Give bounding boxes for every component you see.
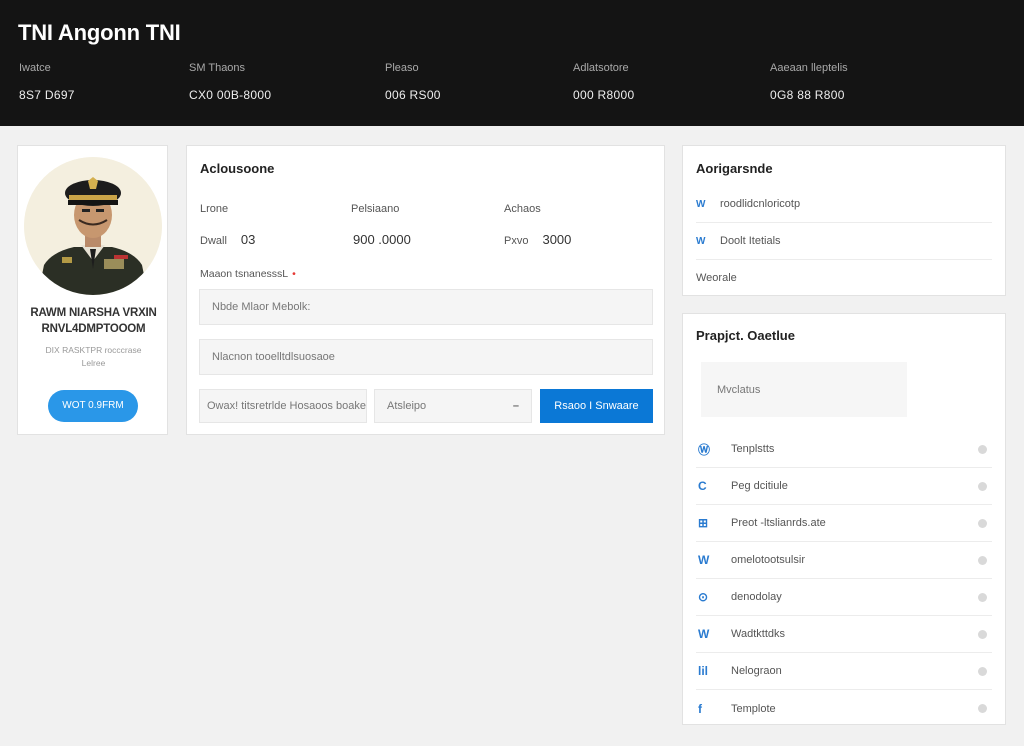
- header-stat: Adlatsotore 000 R8000: [573, 62, 634, 102]
- column-value: Dwall 03: [200, 232, 255, 247]
- assignment-row[interactable]: W roodlidcnloricotp: [696, 186, 992, 223]
- assignments-title: Aorigarsnde: [696, 161, 773, 176]
- project-list-item[interactable]: ⊙ denodolay: [696, 579, 992, 616]
- profile-meta-line: Lelree: [81, 358, 106, 368]
- profile-action-button[interactable]: WOT 0.9FRM: [48, 390, 138, 422]
- column-sub: Pxvo: [504, 235, 529, 247]
- header-stat: Pleaso 006 RS00: [385, 62, 441, 102]
- status-dot: [978, 518, 987, 528]
- project-list-item[interactable]: Ⓦ Tenplstts: [696, 431, 992, 468]
- type-select[interactable]: Atsleipo –: [374, 389, 532, 423]
- stat-label: Pleaso: [385, 62, 419, 74]
- submit-button[interactable]: Rsaoo I Snwaare: [540, 389, 653, 423]
- project-title: Prapjct. Oaetlue: [696, 328, 795, 343]
- stat-value: CX0 00B-8000: [189, 88, 272, 102]
- project-item-label: Templote: [731, 702, 776, 715]
- assignments-card: Aorigarsnde W roodlidcnloricotp W Doolt …: [682, 145, 1006, 296]
- link-icon: W: [698, 627, 710, 641]
- name-input[interactable]: Nbde Mlaor Mebolk:: [199, 289, 653, 325]
- detail-input-value: Owax! titsretrlde Hosaoos boake: [207, 400, 366, 412]
- grid-icon: ⊞: [698, 516, 709, 530]
- stat-label: Aaeaan lleptelis: [770, 62, 848, 74]
- required-asterisk: •: [292, 268, 296, 280]
- required-label-text: Maaon tsnanesssL: [200, 268, 289, 280]
- project-list-item[interactable]: W Wadtkttdks: [696, 616, 992, 653]
- project-item-label: denodolay: [731, 591, 782, 603]
- status-dot: [978, 481, 987, 491]
- stat-value: 000 R8000: [573, 88, 635, 102]
- top-header: TNI Angonn TNI Iwatce 8S7 D697 SM Thaons…: [0, 0, 1024, 126]
- assignment-label: Weorale: [696, 271, 737, 284]
- assignment-row[interactable]: W Doolt Itetials: [696, 223, 992, 260]
- description-input-placeholder: Nlacnon tooelltdlsuosaoe: [212, 351, 335, 363]
- column-value: 900 .0000: [353, 232, 411, 247]
- column-label: Achaos: [504, 203, 541, 215]
- project-search-placeholder: Mvclatus: [717, 383, 761, 396]
- officer-portrait-icon: [24, 157, 162, 295]
- description-input[interactable]: Nlacnon tooelltdlsuosaoe: [199, 339, 653, 375]
- form-title: Aclousoone: [200, 161, 275, 176]
- profile-meta: DIX RASKTPR rocccrase Lelree: [18, 344, 169, 370]
- assignment-row[interactable]: Weorale: [696, 259, 992, 296]
- stat-value: 8S7 D697: [19, 88, 75, 102]
- select-toggle-icon: –: [512, 400, 519, 412]
- project-list-item[interactable]: W omelotootsulsir: [696, 542, 992, 579]
- chart-icon: lil: [698, 664, 709, 678]
- column-number: 900 .0000: [353, 232, 411, 247]
- project-list-item[interactable]: C Peg dcitiule: [696, 468, 992, 505]
- target-icon: ⊙: [698, 590, 709, 604]
- type-select-value: Atsleipo: [387, 400, 427, 412]
- column-number: 3000: [542, 232, 572, 247]
- facebook-icon: f: [698, 701, 702, 716]
- status-dot: [978, 592, 987, 602]
- project-card: Prapjct. Oaetlue Mvclatus Ⓦ Tenplstts C …: [682, 313, 1006, 725]
- stat-value: 006 RS00: [385, 88, 441, 102]
- stat-value: 0G8 88 R800: [770, 88, 845, 102]
- detail-input[interactable]: Owax! titsretrlde Hosaoos boake: [199, 389, 367, 423]
- refresh-icon: C: [698, 479, 707, 493]
- profile-meta-line: DIX RASKTPR rocccrase: [45, 345, 142, 355]
- project-item-label: omelotootsulsir: [731, 554, 805, 566]
- stat-label: SM Thaons: [189, 62, 246, 74]
- status-dot: [978, 666, 987, 676]
- profile-card: RAWM NIARSHA VRXIN RNVL4DMPTOOOM DIX RAS…: [17, 145, 168, 435]
- column-value: Pxvo 3000: [504, 232, 571, 247]
- status-dot: [978, 555, 987, 565]
- project-item-label: Nelograon: [731, 665, 782, 677]
- column-number: 03: [240, 232, 256, 247]
- column-label: Pelsiaano: [351, 203, 400, 215]
- status-dot: [978, 704, 987, 713]
- link-icon: W: [696, 198, 706, 210]
- project-list-item[interactable]: f Templote: [696, 690, 992, 727]
- name-input-placeholder: Nbde Mlaor Mebolk:: [212, 301, 311, 313]
- stat-label: Adlatsotore: [573, 62, 629, 74]
- project-list-item[interactable]: lil Nelograon: [696, 653, 992, 690]
- project-item-label: Tenplstts: [731, 443, 775, 455]
- link-icon: W: [698, 553, 710, 567]
- form-card: Aclousoone Lrone Pelsiaano Achaos Dwall 0…: [186, 145, 665, 435]
- project-search-input[interactable]: Mvclatus: [701, 362, 907, 417]
- profile-name: RAWM NIARSHA VRXIN: [30, 307, 157, 319]
- link-icon: W: [696, 235, 706, 247]
- project-item-label: Peg dcitiule: [731, 480, 788, 492]
- app-title: TNI Angonn TNI: [18, 20, 181, 45]
- profile-id: RNVL4DMPTOOOM: [41, 323, 146, 335]
- status-dot: [978, 629, 987, 639]
- project-item-label: Preot -ltslianrds.ate: [731, 517, 826, 529]
- project-item-label: Wadtkttdks: [731, 628, 785, 640]
- required-field-label: Maaon tsnanesssL •: [200, 268, 296, 280]
- header-stat: Iwatce 8S7 D697: [19, 62, 75, 102]
- column-sub: Dwall: [200, 235, 227, 247]
- column-label: Lrone: [200, 203, 229, 215]
- status-dot: [978, 444, 987, 454]
- stat-label: Iwatce: [19, 62, 51, 74]
- avatar: [24, 157, 162, 295]
- project-list-item[interactable]: ⊞ Preot -ltslianrds.ate: [696, 505, 992, 542]
- header-stat: SM Thaons CX0 00B-8000: [189, 62, 271, 102]
- assignment-label: roodlidcnloricotp: [720, 198, 801, 210]
- header-stat: Aaeaan lleptelis 0G8 88 R800: [770, 62, 848, 102]
- template-icon: Ⓦ: [698, 442, 711, 457]
- assignment-label: Doolt Itetials: [720, 235, 781, 247]
